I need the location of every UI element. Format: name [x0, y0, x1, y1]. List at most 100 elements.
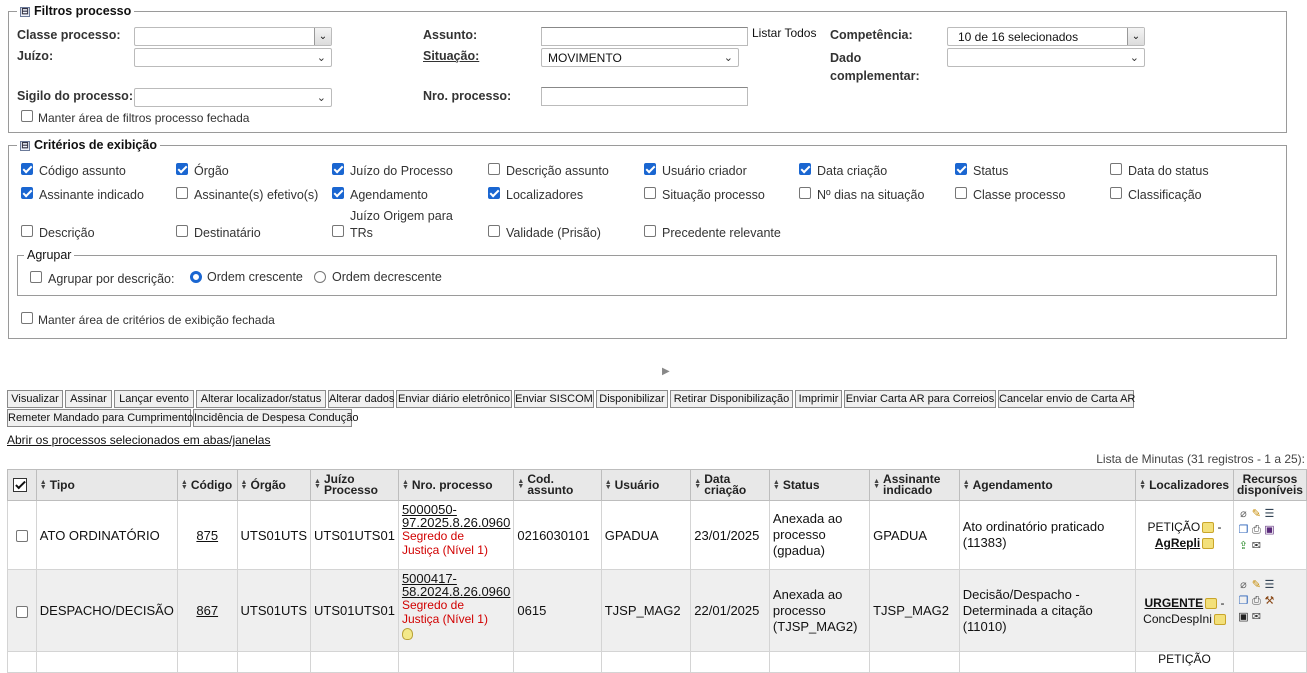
criterios-legend[interactable]: ⊟ Critérios de exibição: [17, 138, 160, 152]
note-icon[interactable]: [1202, 538, 1215, 550]
toolbar-button[interactable]: Visualizar: [7, 390, 63, 408]
toolbar-button[interactable]: Alterar dados: [328, 390, 394, 408]
filtros-legend[interactable]: ⊟ Filtros processo: [17, 4, 134, 18]
nro-processo-link[interactable]: 5000417- 58.2024.8.26.0960: [402, 571, 510, 599]
col-codigo[interactable]: ▲ ▼ Código: [176, 469, 238, 501]
nro-processo-link[interactable]: 5000050- 97.2025.8.26.0960: [402, 502, 510, 530]
col-agendamento[interactable]: ▲ ▼ Agendamento: [958, 469, 1137, 501]
dado-complementar-select[interactable]: ⌄: [947, 48, 1145, 67]
codigo-link[interactable]: 875: [196, 528, 218, 543]
note-icon[interactable]: [1205, 597, 1218, 609]
ordem-decrescente-radio[interactable]: [314, 271, 326, 283]
criterio-checkbox[interactable]: [644, 187, 656, 199]
toolbar-button[interactable]: Assinar: [65, 390, 112, 408]
collapse-icon[interactable]: ⊟: [20, 141, 30, 151]
note-icon[interactable]: [1202, 522, 1215, 534]
codigo-link[interactable]: 867: [196, 603, 218, 618]
agrupar-checkbox[interactable]: [30, 271, 42, 283]
col-tipo[interactable]: ▲ ▼ Tipo: [35, 469, 178, 501]
localizador-link[interactable]: AgRepli: [1155, 536, 1200, 550]
criterio-checkbox[interactable]: [176, 163, 188, 175]
checklist-icon[interactable]: ☰: [1263, 579, 1276, 592]
toolbar-button[interactable]: Imprimir: [795, 390, 842, 408]
paperclip-icon[interactable]: ⌀: [1237, 579, 1250, 592]
criterio-checkbox[interactable]: [488, 225, 500, 237]
col-status[interactable]: ▲ ▼ Status: [768, 469, 871, 501]
toolbar-button[interactable]: Alterar localizador/status: [196, 390, 326, 408]
criterio-checkbox[interactable]: [488, 163, 500, 175]
criterio-checkbox[interactable]: [332, 163, 344, 175]
toolbar-button[interactable]: Incidência de Despesa Condução: [193, 409, 359, 427]
toolbar-button[interactable]: Enviar diário eletrônico: [396, 390, 512, 408]
col-cod-assunto[interactable]: ▲ ▼ Cod. assunto: [513, 469, 602, 501]
paperclip-icon[interactable]: ⌀: [1237, 508, 1250, 521]
toolbar-button[interactable]: Disponibilizar: [596, 390, 668, 408]
manter-filtros-checkbox[interactable]: [21, 110, 33, 122]
nro-processo-input[interactable]: [541, 87, 748, 106]
criterio-checkbox[interactable]: [644, 225, 656, 237]
save-icon[interactable]: ▣: [1263, 524, 1276, 537]
print-icon[interactable]: ⎙: [1250, 595, 1263, 608]
localizador-link[interactable]: URGENTE: [1145, 596, 1204, 610]
row-checkbox[interactable]: [15, 605, 28, 618]
criterio-checkbox[interactable]: [21, 163, 33, 175]
col-orgao[interactable]: ▲ ▼ Órgão: [236, 469, 312, 501]
print-icon[interactable]: ⎙: [1250, 524, 1263, 537]
lightbulb-icon[interactable]: [401, 627, 413, 640]
criterio-checkbox[interactable]: [176, 187, 188, 199]
juizo-select[interactable]: ⌄: [134, 48, 332, 67]
note-icon[interactable]: [1213, 613, 1226, 625]
manter-criterios-checkbox[interactable]: [21, 312, 33, 324]
criterio-checkbox[interactable]: [21, 187, 33, 199]
listar-todos-link[interactable]: Listar Todos: [752, 26, 816, 40]
gavel-icon[interactable]: ⚒: [1263, 595, 1276, 608]
select-all-header[interactable]: [7, 469, 37, 501]
col-data-criacao[interactable]: ▲ ▼ Data criação: [690, 469, 770, 501]
criterio-checkbox[interactable]: [1110, 163, 1122, 175]
save-icon[interactable]: ▣: [1237, 611, 1250, 624]
edit-icon[interactable]: ✎: [1250, 508, 1263, 521]
criterio-checkbox[interactable]: [799, 187, 811, 199]
sigilo-select[interactable]: ⌄: [134, 88, 332, 107]
manter-filtros-label: Manter área de filtros processo fechada: [38, 111, 250, 125]
assunto-input[interactable]: [541, 27, 748, 46]
row-checkbox[interactable]: [15, 530, 28, 543]
expand-arrow-icon[interactable]: ▶: [662, 366, 670, 377]
toolbar-button[interactable]: Cancelar envio de Carta AR: [998, 390, 1135, 408]
col-localizadores[interactable]: ▲ ▼ Localizadores: [1135, 469, 1234, 501]
criterio-checkbox[interactable]: [488, 187, 500, 199]
col-nro-processo[interactable]: ▲ ▼ Nro. processo: [397, 469, 515, 501]
abrir-processos-link[interactable]: Abrir os processos selecionados em abas/…: [7, 433, 270, 447]
criterio-checkbox[interactable]: [332, 225, 344, 237]
criterio-checkbox[interactable]: [21, 225, 33, 237]
mail-icon[interactable]: ✉: [1250, 611, 1263, 624]
col-assinante[interactable]: ▲ ▼ Assinante indicado: [869, 469, 960, 501]
mail-icon[interactable]: ✉: [1250, 540, 1263, 553]
col-juizo[interactable]: ▲ ▼ Juízo Processo: [310, 469, 399, 501]
copy-icon[interactable]: ❐: [1237, 524, 1250, 537]
copy-icon[interactable]: ❐: [1237, 595, 1250, 608]
criterio-checkbox[interactable]: [332, 187, 344, 199]
select-all-checkbox[interactable]: [13, 478, 27, 492]
toolbar-button[interactable]: Retirar Disponibilização: [670, 390, 793, 408]
toolbar-button[interactable]: Enviar SISCOM: [514, 390, 594, 408]
classe-select[interactable]: ⌄: [134, 27, 332, 46]
export-icon[interactable]: ⇪: [1237, 540, 1250, 553]
collapse-icon[interactable]: ⊟: [20, 7, 30, 17]
toolbar-button[interactable]: Enviar Carta AR para Correios: [844, 390, 996, 408]
criterio-checkbox[interactable]: [955, 163, 967, 175]
criterio-checkbox[interactable]: [644, 163, 656, 175]
toolbar-button[interactable]: Lançar evento: [114, 390, 194, 408]
criterio-checkbox[interactable]: [176, 225, 188, 237]
toolbar-button[interactable]: Remeter Mandado para Cumprimento: [7, 409, 193, 427]
criterio-checkbox[interactable]: [799, 163, 811, 175]
ordem-crescente-radio[interactable]: [190, 271, 202, 283]
criterio-checkbox[interactable]: [1110, 187, 1122, 199]
checklist-icon[interactable]: ☰: [1263, 508, 1276, 521]
criterio-checkbox[interactable]: [955, 187, 967, 199]
criterio-label: Classe processo: [973, 188, 1066, 202]
col-usuario[interactable]: ▲ ▼ Usuário: [600, 469, 692, 501]
competencia-select[interactable]: 10 de 16 selecionados ⌄: [947, 27, 1145, 46]
situacao-select[interactable]: MOVIMENTO ⌄: [541, 48, 739, 67]
edit-icon[interactable]: ✎: [1250, 579, 1263, 592]
